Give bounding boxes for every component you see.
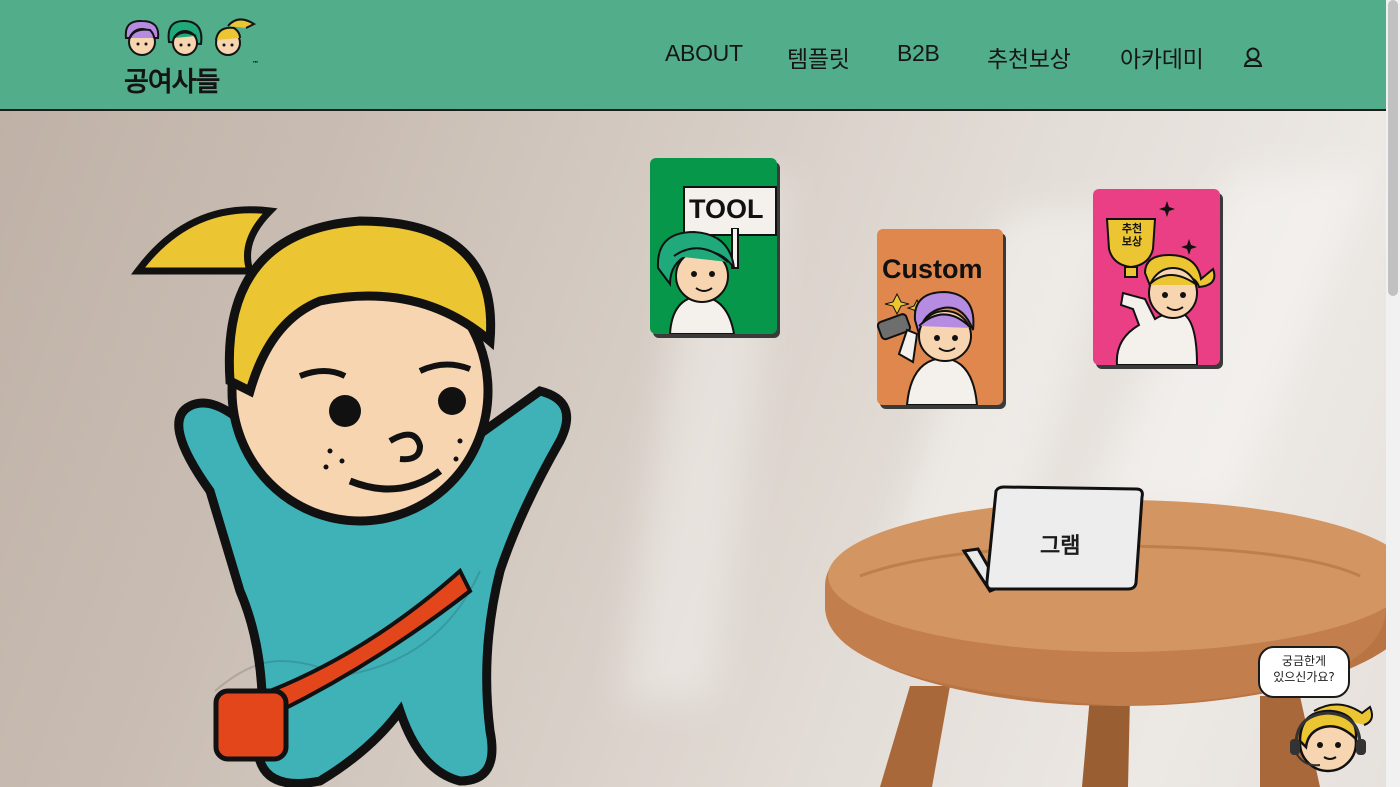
nav-about[interactable]: ABOUT (665, 40, 743, 67)
reward-card[interactable]: 추천 보상 (1093, 189, 1220, 365)
site-logo[interactable]: 공여사들 ™ (122, 16, 262, 98)
logo-text: 공여사들 (124, 67, 220, 98)
tool-card-label: TOOL (689, 194, 764, 224)
logo-faces-icon (124, 18, 257, 56)
custom-character-icon (877, 290, 979, 405)
reward-character-icon (1105, 201, 1216, 365)
mascot-character-illustration (131, 206, 572, 787)
nav-templates[interactable]: 템플릿 (787, 40, 850, 74)
custom-card-label: Custom (882, 254, 983, 284)
bag-icon (213, 688, 289, 762)
user-icon[interactable] (1243, 46, 1263, 68)
hero-section: TOOL Custom 추천 보상 그램 (0, 111, 1386, 787)
chat-bubble-text: 궁금한게 있으신가요? (1273, 654, 1335, 684)
laptop-brand-label: 그램 (1040, 534, 1081, 559)
scrollbar-thumb[interactable] (1388, 0, 1398, 296)
nav-b2b[interactable]: B2B (897, 40, 940, 67)
site-header: 공여사들 ™ ABOUT 템플릿 B2B 추천보상 아카데미 (0, 0, 1386, 111)
chat-character-icon[interactable] (1284, 701, 1380, 787)
custom-card[interactable]: Custom (877, 229, 1003, 405)
nav-academy[interactable]: 아카데미 (1120, 40, 1204, 74)
nav-referral-reward[interactable]: 추천보상 (987, 40, 1071, 74)
chat-bubble[interactable]: 궁금한게 있으신가요? (1258, 646, 1350, 698)
reward-card-label: 추천 보상 (1121, 223, 1143, 248)
logo-trademark: ™ (252, 60, 259, 68)
tool-card[interactable]: TOOL (650, 158, 777, 334)
tool-character-icon (656, 228, 739, 334)
